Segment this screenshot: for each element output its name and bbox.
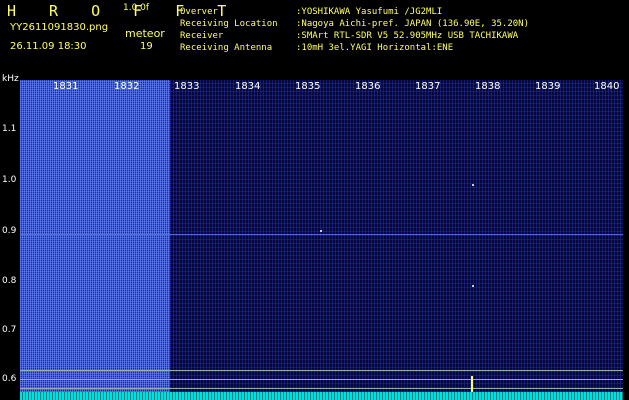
header-panel: H R O F F T 1.0.0f YY2611091830.png 26.1… [0,0,629,74]
meteor-label: meteor [125,27,165,40]
freq-tick: 0.9 [2,226,17,236]
freq-tick: 0.6 [2,374,17,384]
frequency-unit-label: kHz [2,74,19,84]
time-tick: 1837 [415,81,441,92]
carrier-trace [20,234,623,235]
image-filename: YY2611091830.png [10,22,109,33]
marker-line [20,379,623,380]
time-tick: 1838 [475,81,501,92]
meteor-count: 19 [140,41,153,52]
time-tick: 1836 [355,81,381,92]
info-row-receiver: Receiver:SMArt RTL-SDR V5 52.905MHz USB … [180,31,519,41]
noise-burst-region [20,80,170,400]
time-tick: 1833 [174,81,200,92]
capture-datetime: 26.11.09 18:30 [10,41,87,52]
time-tick: 1840 [594,81,620,92]
time-tick: 1832 [114,81,140,92]
freq-tick: 1.1 [2,124,17,134]
meteor-echo [472,285,474,287]
freq-tick: 1.0 [2,175,17,185]
marker-line [20,388,623,389]
info-row-antenna: Receiving Antenna:10mH 3el.YAGI Horizont… [180,43,454,53]
info-row-location: Receiving Location:Nagoya Aichi-pref. JA… [180,19,529,29]
info-row-observer: Overver:YOSHIKAWA Yasufumi /JG2MLI [180,7,443,17]
freq-tick: 0.7 [2,325,17,335]
time-tick: 1831 [53,81,79,92]
time-tick: 1839 [535,81,561,92]
app-version: 1.0.0f [123,3,150,13]
marker-line [20,370,623,371]
meteor-echo [472,184,474,186]
time-tick: 1835 [295,81,321,92]
station-info: Overver:YOSHIKAWA Yasufumi /JG2MLI Recei… [180,6,529,54]
meteor-echo [320,230,322,232]
baseline-strip [20,392,623,400]
freq-tick: 0.8 [2,276,17,286]
spectrogram-panel [20,80,623,400]
time-tick: 1834 [235,81,261,92]
